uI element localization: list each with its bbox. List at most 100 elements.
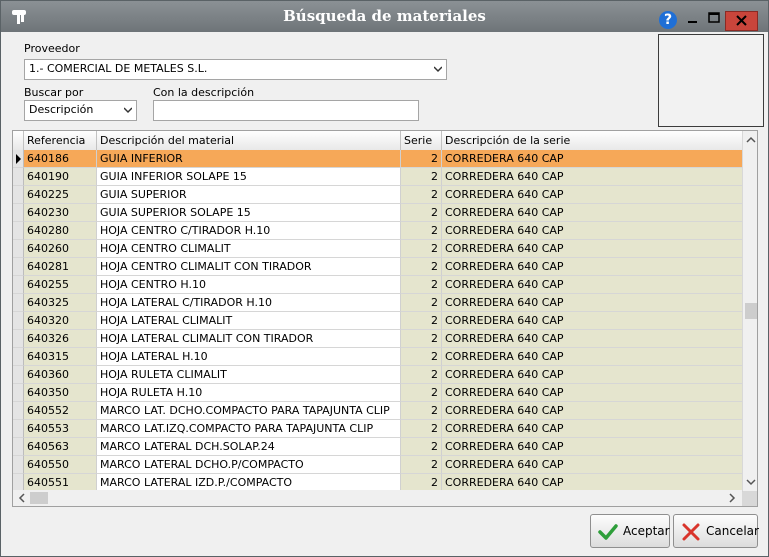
table-row[interactable]: 640315 HOJA LATERAL H.10 2 CORREDERA 640 CA… [13,348,743,366]
row-selector[interactable] [13,312,24,330]
material-preview [658,34,764,127]
row-selector[interactable] [13,294,24,312]
table-row[interactable]: 640563 MARCO LATERAL DCH.SOLAP.24 2 CORREDE… [13,438,743,456]
cell-descripcion-serie: CORREDERA 640 CAP [442,258,743,276]
help-icon[interactable]: ? [659,11,677,29]
cell-descripcion-serie: CORREDERA 640 CAP [442,420,743,438]
row-selector[interactable] [13,204,24,222]
cell-serie: 2 [401,222,442,240]
search-materials-window: Búsqueda de materiales ? Proveedor 1.- C… [0,0,769,557]
row-selector[interactable] [13,222,24,240]
table-row[interactable]: 640553 MARCO LAT.IZQ.COMPACTO PARA TAPAJU… [13,420,743,438]
cell-serie: 2 [401,240,442,258]
table-row[interactable]: 640326 HOJA LATERAL CLIMALIT CON TIRADOR 2… [13,330,743,348]
cell-descripcion: HOJA RULETA CLIMALIT [97,366,401,384]
proveedor-select[interactable]: 1.- COMERCIAL DE METALES S.L. [24,59,447,80]
row-selector[interactable] [13,366,24,384]
table-row[interactable]: 640190 GUIA INFERIOR SOLAPE 15 2 CORREDERA … [13,168,743,186]
chevron-down-icon[interactable] [746,477,756,487]
chevron-up-icon[interactable] [746,135,756,145]
cell-serie: 2 [401,168,442,186]
materials-grid: Referencia Descripción del material Seri… [12,130,758,507]
cell-descripcion: MARCO LATERAL DCHO.P/COMPACTO [97,456,401,474]
table-row[interactable]: 640225 GUIA SUPERIOR 2 CORREDERA 640 CAP [13,186,743,204]
table-row[interactable]: 640325 HOJA LATERAL C/TIRADOR H.10 2 CORRED… [13,294,743,312]
row-selector[interactable] [13,384,24,402]
row-selector[interactable] [13,402,24,420]
table-row[interactable]: 640552 MARCO LAT. DCHO.COMPACTO PARA TAPA… [13,402,743,420]
table-row[interactable]: 640230 GUIA SUPERIOR SOLAPE 15 2 CORREDERA … [13,204,743,222]
horizontal-scrollbar[interactable] [13,490,742,506]
vertical-scrollbar[interactable] [742,131,757,491]
cell-descripcion-serie: CORREDERA 640 CAP [442,294,743,312]
cell-descripcion: HOJA CENTRO H.10 [97,276,401,294]
column-header[interactable]: Descripción del material [97,131,401,150]
row-selector[interactable] [13,420,24,438]
row-selector[interactable] [13,348,24,366]
cell-descripcion: HOJA CENTRO C/TIRADOR H.10 [97,222,401,240]
row-selector[interactable] [13,330,24,348]
cell-serie: 2 [401,348,442,366]
cell-referencia: 640553 [24,420,97,438]
column-header[interactable]: Serie [401,131,442,150]
cell-serie: 2 [401,276,442,294]
vertical-scroll-thumb[interactable] [745,303,757,319]
row-selector[interactable] [13,276,24,294]
minimize-icon[interactable] [685,10,701,25]
cell-referencia: 640260 [24,240,97,258]
cell-referencia: 640281 [24,258,97,276]
table-row[interactable]: 640186 GUIA INFERIOR 2 CORREDERA 640 CAP [13,150,743,168]
cell-descripcion-serie: CORREDERA 640 CAP [442,150,743,168]
table-row[interactable]: 640255 HOJA CENTRO H.10 2 CORREDERA 640 CAP [13,276,743,294]
cancel-button[interactable]: Cancelar [673,514,759,548]
row-selector[interactable] [13,438,24,456]
cell-referencia: 640326 [24,330,97,348]
cell-descripcion: GUIA INFERIOR SOLAPE 15 [97,168,401,186]
column-header[interactable]: Descripción de la serie [442,131,743,150]
table-row[interactable]: 640550 MARCO LATERAL DCHO.P/COMPACTO 2 CORR… [13,456,743,474]
close-icon [736,15,747,26]
chevron-down-icon [434,66,442,73]
accept-label: Aceptar [623,524,670,538]
chevron-left-icon[interactable] [17,493,27,503]
table-row[interactable]: 640280 HOJA CENTRO C/TIRADOR H.10 2 CORREDE… [13,222,743,240]
buscar-por-select[interactable]: Descripción [24,100,137,121]
cell-serie: 2 [401,366,442,384]
cell-descripcion: HOJA LATERAL CLIMALIT [97,312,401,330]
row-selector[interactable] [13,258,24,276]
proveedor-label: Proveedor [24,42,80,55]
row-selector[interactable] [13,186,24,204]
cell-descripcion: HOJA CENTRO CLIMALIT [97,240,401,258]
row-selector[interactable] [13,150,24,168]
table-row[interactable]: 640260 HOJA CENTRO CLIMALIT 2 CORREDERA 640… [13,240,743,258]
cell-referencia: 640315 [24,348,97,366]
cell-serie: 2 [401,258,442,276]
row-selector[interactable] [13,456,24,474]
descripcion-input[interactable] [153,100,419,121]
cell-descripcion: HOJA RULETA H.10 [97,384,401,402]
cell-descripcion: MARCO LATERAL DCH.SOLAP.24 [97,438,401,456]
cell-referencia: 640320 [24,312,97,330]
cell-descripcion-serie: CORREDERA 640 CAP [442,384,743,402]
proveedor-value: 1.- COMERCIAL DE METALES S.L. [29,62,208,75]
maximize-icon[interactable] [706,10,722,25]
row-selector[interactable] [13,240,24,258]
window-title: Búsqueda de materiales [283,7,486,25]
accept-button[interactable]: Aceptar [590,514,670,548]
cell-serie: 2 [401,438,442,456]
cell-descripcion-serie: CORREDERA 640 CAP [442,204,743,222]
table-row[interactable]: 640320 HOJA LATERAL CLIMALIT 2 CORREDERA 64… [13,312,743,330]
table-row[interactable]: 640350 HOJA RULETA H.10 2 CORREDERA 640 CAP [13,384,743,402]
cell-descripcion: MARCO LAT.IZQ.COMPACTO PARA TAPAJUNTA CL… [97,420,401,438]
table-row[interactable]: 640360 HOJA RULETA CLIMALIT 2 CORREDERA 640… [13,366,743,384]
horizontal-scroll-thumb[interactable] [30,492,48,504]
cell-descripcion-serie: CORREDERA 640 CAP [442,456,743,474]
row-selector[interactable] [13,168,24,186]
chevron-right-icon[interactable] [727,493,737,503]
cell-serie: 2 [401,330,442,348]
cell-serie: 2 [401,204,442,222]
buscar-por-value: Descripción [29,103,94,116]
table-row[interactable]: 640281 HOJA CENTRO CLIMALIT CON TIRADOR 2 C… [13,258,743,276]
column-header[interactable]: Referencia [24,131,97,150]
close-button[interactable] [725,11,758,31]
